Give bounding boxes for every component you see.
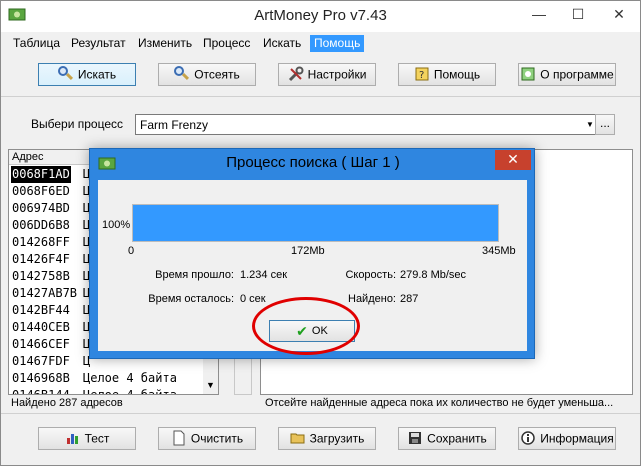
floppy-disk-icon xyxy=(407,430,423,446)
address-value: 01427AB7B xyxy=(12,286,78,300)
maximize-button[interactable]: ☐ xyxy=(560,1,596,29)
address-value: 006974BD xyxy=(12,201,70,215)
svg-text:?: ? xyxy=(419,70,424,81)
remaining-value: 0 сек xyxy=(240,293,266,305)
chevron-down-icon[interactable]: ▼ xyxy=(585,115,595,134)
information-button[interactable]: Информация xyxy=(518,427,616,450)
dialog-title: Процесс поиска ( Шаг 1 ) xyxy=(226,154,400,171)
help-book-icon: ? xyxy=(414,66,430,82)
menu-table[interactable]: Таблица xyxy=(9,35,64,52)
menu-edit[interactable]: Изменить xyxy=(134,35,196,52)
speed-label: Скорость: xyxy=(345,269,396,281)
address-value: 0142BF44 xyxy=(12,303,70,317)
address-value: 01466CEF xyxy=(12,337,70,351)
tools-icon xyxy=(288,66,304,82)
address-value: 006DD6B8 xyxy=(12,218,70,232)
help-button[interactable]: ? Помощь xyxy=(398,63,496,86)
address-value: 0068F6ED xyxy=(12,184,70,198)
scroll-down-arrow-icon[interactable]: ▼ xyxy=(203,380,218,392)
remaining-label: Время осталось: xyxy=(148,293,234,305)
settings-button[interactable]: Настройки xyxy=(278,63,376,86)
address-value: 0146B144 xyxy=(12,388,70,395)
menu-process[interactable]: Процесс xyxy=(199,35,254,52)
address-value: 0146968B xyxy=(12,371,70,385)
scale-mid: 172Mb xyxy=(291,245,325,257)
address-type: Целое 4 байта xyxy=(83,371,177,385)
address-type: Целое 4 байта xyxy=(83,388,177,395)
magnifier-icon xyxy=(57,65,74,82)
scale-end: 345Mb xyxy=(482,245,516,257)
title-bar: ArtMoney Pro v7.43 — ☐ ✕ xyxy=(1,1,640,32)
separator xyxy=(1,413,640,414)
menu-search[interactable]: Искать xyxy=(259,35,305,52)
address-value: 01426F4F xyxy=(12,252,70,266)
scale-start: 0 xyxy=(128,245,135,257)
address-value: 0068F1AD xyxy=(11,166,71,183)
address-row[interactable]: 0146968B Целое 4 байта xyxy=(9,370,204,387)
annotation-circle xyxy=(252,297,360,355)
chart-icon xyxy=(65,430,81,446)
found-value: 287 xyxy=(400,293,419,305)
process-more-button[interactable]: ... xyxy=(595,114,615,135)
address-value: 01467FDF xyxy=(12,354,70,368)
menu-bar: Таблица Результат Изменить Процесс Искат… xyxy=(1,33,640,53)
dialog-close-button[interactable]: ✕ xyxy=(495,150,531,170)
folder-open-icon xyxy=(290,430,306,446)
test-button[interactable]: Тест xyxy=(38,427,136,450)
progress-fill xyxy=(133,205,498,241)
load-button[interactable]: Загрузить xyxy=(278,427,376,450)
process-select-value: Farm Frenzy xyxy=(140,118,209,132)
about-button[interactable]: О программе xyxy=(518,63,616,86)
clear-button[interactable]: Очистить xyxy=(158,427,256,450)
hint-status: Отсейте найденные адреса пока их количес… xyxy=(265,397,614,409)
close-button[interactable]: ✕ xyxy=(601,1,637,29)
blank-page-icon xyxy=(171,430,187,446)
speed-value: 279.8 Mb/sec xyxy=(400,269,467,281)
filter-button[interactable]: Отсеять xyxy=(158,63,256,86)
info-icon xyxy=(520,66,536,82)
save-button[interactable]: Сохранить xyxy=(398,427,496,450)
search-button[interactable]: Искать xyxy=(38,63,136,86)
info-circle-icon xyxy=(520,430,536,446)
minimize-button[interactable]: — xyxy=(521,1,557,29)
found-status: Найдено 287 адресов xyxy=(11,397,123,409)
process-select[interactable]: Farm Frenzy ▼ xyxy=(135,114,596,135)
address-row[interactable]: 0146B144 Целое 4 байта xyxy=(9,387,204,395)
address-value: 014268FF xyxy=(12,235,70,249)
elapsed-label: Время прошло: xyxy=(155,269,234,281)
progress-bar xyxy=(132,204,499,242)
menu-help[interactable]: Помощь xyxy=(310,35,365,52)
progress-percent: 100% xyxy=(102,219,131,231)
process-label: Выбери процесс xyxy=(31,117,124,131)
separator xyxy=(1,96,640,97)
magnifier-icon xyxy=(174,65,190,82)
elapsed-value: 1.234 сек xyxy=(240,269,288,281)
address-value: 01440CEB xyxy=(12,320,70,334)
menu-result[interactable]: Результат xyxy=(67,35,130,52)
address-value: 0142758B xyxy=(12,269,70,283)
